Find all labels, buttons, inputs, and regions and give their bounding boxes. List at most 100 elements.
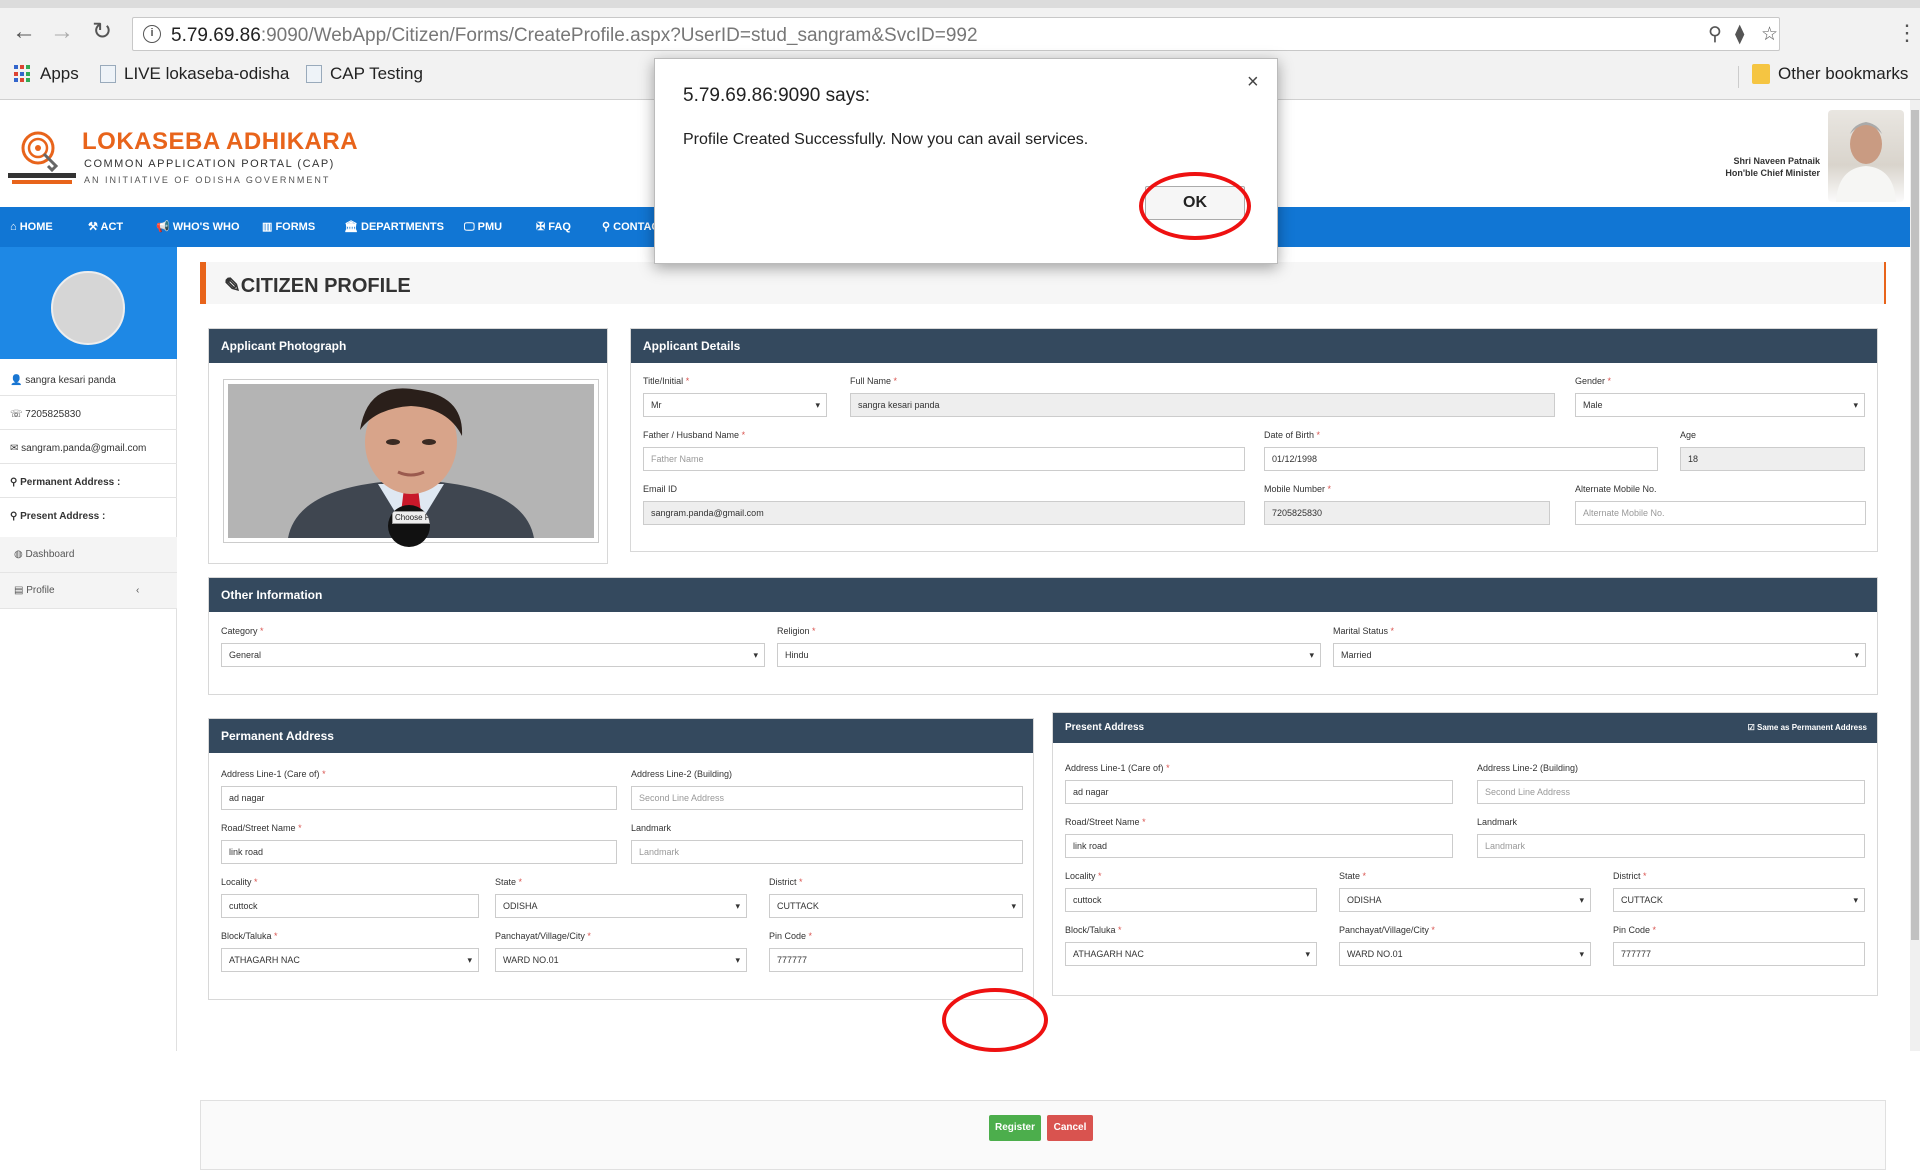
fullname-field[interactable]: sangra kesari panda [850, 393, 1555, 417]
perm-landmark-field[interactable]: Landmark [631, 840, 1023, 864]
perm-road-label: Road/Street Name * [221, 823, 302, 833]
reload-icon[interactable]: ↻ [88, 18, 116, 46]
pres-pin-field[interactable]: 777777 [1613, 942, 1865, 966]
pres-line2-label: Address Line-2 (Building) [1477, 763, 1579, 773]
sidebar-phone: ☏ 7205825830 [10, 409, 81, 420]
pres-block-label: Block/Taluka * [1065, 925, 1122, 935]
perm-locality-label: Locality * [221, 877, 258, 887]
nav-home[interactable]: ⌂ HOME [10, 207, 53, 247]
panel-title: Other Information [209, 578, 1877, 612]
perm-pin-field[interactable]: 777777 [769, 948, 1023, 972]
register-button[interactable]: Register [989, 1115, 1041, 1141]
forward-icon[interactable]: → [48, 18, 76, 46]
sidebar-profile-header [0, 247, 177, 359]
back-icon[interactable]: ← [10, 18, 38, 46]
chevron-left-icon[interactable]: ‹ [136, 573, 139, 609]
mobile-field[interactable]: 7205825830 [1264, 501, 1550, 525]
category-select[interactable]: General [221, 643, 765, 667]
pres-line1-field[interactable]: ad nagar [1065, 780, 1453, 804]
email-field[interactable]: sangram.panda@gmail.com [643, 501, 1245, 525]
url-text: 5.79.69.86:9090/WebApp/Citizen/Forms/Cre… [171, 25, 978, 46]
scrollbar-thumb[interactable] [1911, 110, 1919, 940]
pres-panchayat-label: Panchayat/Village/City * [1339, 925, 1435, 935]
pres-road-field[interactable]: link road [1065, 834, 1453, 858]
sidebar-present-address: ⚲ Present Address : [10, 511, 106, 522]
close-icon[interactable]: × [1247, 71, 1259, 94]
nav-departments[interactable]: 🏛 DEPARTMENTS [344, 207, 444, 247]
nav-forms[interactable]: ▥ FORMS [262, 207, 315, 247]
nav-contact[interactable]: ⚲ CONTAC [602, 207, 659, 247]
perm-line2-field[interactable]: Second Line Address [631, 786, 1023, 810]
bookmark-cap-testing[interactable]: CAP Testing [306, 64, 423, 84]
perm-block-select[interactable]: ATHAGARH NAC [221, 948, 479, 972]
lokaseba-logo[interactable] [8, 128, 76, 188]
bookmark-apps[interactable]: Apps [14, 64, 79, 84]
perm-state-select[interactable]: ODISHA [495, 894, 747, 918]
pres-landmark-field[interactable]: Landmark [1477, 834, 1865, 858]
nav-pmu[interactable]: 🖵 PMU [464, 207, 502, 247]
father-name-field[interactable]: Father Name [643, 447, 1245, 471]
panel-title: Applicant Details [631, 329, 1877, 363]
gender-label: Gender * [1575, 376, 1612, 386]
pres-pin-label: Pin Code * [1613, 925, 1657, 935]
title-select[interactable]: Mr [643, 393, 827, 417]
pres-panchayat-select[interactable]: WARD NO.01 [1339, 942, 1591, 966]
cancel-button[interactable]: Cancel [1047, 1115, 1093, 1141]
bookmark-label: Other bookmarks [1778, 64, 1909, 83]
choose-photo-overlay[interactable]: Choose F [388, 505, 430, 547]
perm-district-select[interactable]: CUTTACK [769, 894, 1023, 918]
gender-select[interactable]: Male [1575, 393, 1865, 417]
pres-locality-field[interactable]: cuttock [1065, 888, 1317, 912]
nav-whos-who[interactable]: 📢 WHO'S WHO [156, 207, 240, 247]
pres-district-select[interactable]: CUTTACK [1613, 888, 1865, 912]
pres-state-select[interactable]: ODISHA [1339, 888, 1591, 912]
pres-line2-field[interactable]: Second Line Address [1477, 780, 1865, 804]
perm-pin-label: Pin Code * [769, 931, 813, 941]
extension-icon[interactable]: ⧫ [1735, 23, 1744, 46]
pres-district-label: District * [1613, 871, 1647, 881]
form-actions-bar: Register Cancel [200, 1100, 1886, 1170]
bookmark-label: CAP Testing [330, 64, 423, 83]
info-icon[interactable]: i [143, 25, 161, 43]
perm-panchayat-select[interactable]: WARD NO.01 [495, 948, 747, 972]
marital-status-select[interactable]: Married [1333, 643, 1866, 667]
address-bar[interactable]: i 5.79.69.86:9090/WebApp/Citizen/Forms/C… [132, 17, 1780, 51]
perm-locality-field[interactable]: cuttock [221, 894, 479, 918]
dialog-message: Profile Created Successfully. Now you ca… [683, 131, 1089, 148]
cm-title: Hon'ble Chief Minister [1725, 168, 1820, 178]
alt-mobile-field[interactable]: Alternate Mobile No. [1575, 501, 1866, 525]
browser-menu-icon[interactable]: ⋮ [1896, 20, 1918, 46]
pres-state-label: State * [1339, 871, 1367, 881]
bookmark-label: Apps [40, 64, 79, 83]
bookmark-other[interactable]: Other bookmarks [1752, 64, 1908, 84]
panel-title: Applicant Photograph [209, 329, 607, 363]
bookmark-label: LIVE lokaseba-odisha [124, 64, 290, 83]
sidebar-item-dashboard[interactable]: ◍ Dashboard [0, 537, 177, 573]
age-label: Age [1680, 430, 1697, 440]
ok-highlight-circle [1139, 172, 1251, 240]
main-content: ✎CITIZEN PROFILE Applicant Photograph Ch… [200, 262, 1886, 1170]
choose-file-button[interactable]: Choose F [392, 511, 430, 524]
religion-select[interactable]: Hindu [777, 643, 1321, 667]
pres-block-select[interactable]: ATHAGARH NAC [1065, 942, 1317, 966]
sidebar-item-profile[interactable]: ▤ Profile ‹ [0, 573, 177, 609]
perm-road-field[interactable]: link road [221, 840, 617, 864]
zoom-icon[interactable]: ⚲ [1708, 23, 1722, 46]
bookmark-live-lokaseba[interactable]: LIVE lokaseba-odisha [100, 64, 289, 84]
category-label: Category * [221, 626, 264, 636]
dob-field[interactable]: 01/12/1998 [1264, 447, 1658, 471]
same-as-permanent-checkbox[interactable]: ☑ Same as Permanent Address [1748, 713, 1867, 743]
religion-label: Religion * [777, 626, 816, 636]
sidebar: 👤 sangra kesari panda ☏ 7205825830 ✉ san… [0, 247, 177, 1051]
photo-frame: Choose F [223, 379, 599, 547]
bookmark-star-icon[interactable]: ☆ [1761, 23, 1778, 46]
perm-line2-label: Address Line-2 (Building) [631, 769, 733, 779]
nav-faq[interactable]: ✠ FAQ [536, 207, 571, 247]
perm-line1-field[interactable]: ad nagar [221, 786, 617, 810]
register-highlight-circle [942, 988, 1048, 1052]
perm-line1-label: Address Line-1 (Care of) * [221, 769, 326, 779]
bookmark-divider [1738, 66, 1739, 88]
brand-subtitle: COMMON APPLICATION PORTAL (CAP) [84, 158, 335, 170]
nav-act[interactable]: ⚒ ACT [88, 207, 123, 247]
brand-title: LOKASEBA ADHIKARA [82, 128, 359, 155]
